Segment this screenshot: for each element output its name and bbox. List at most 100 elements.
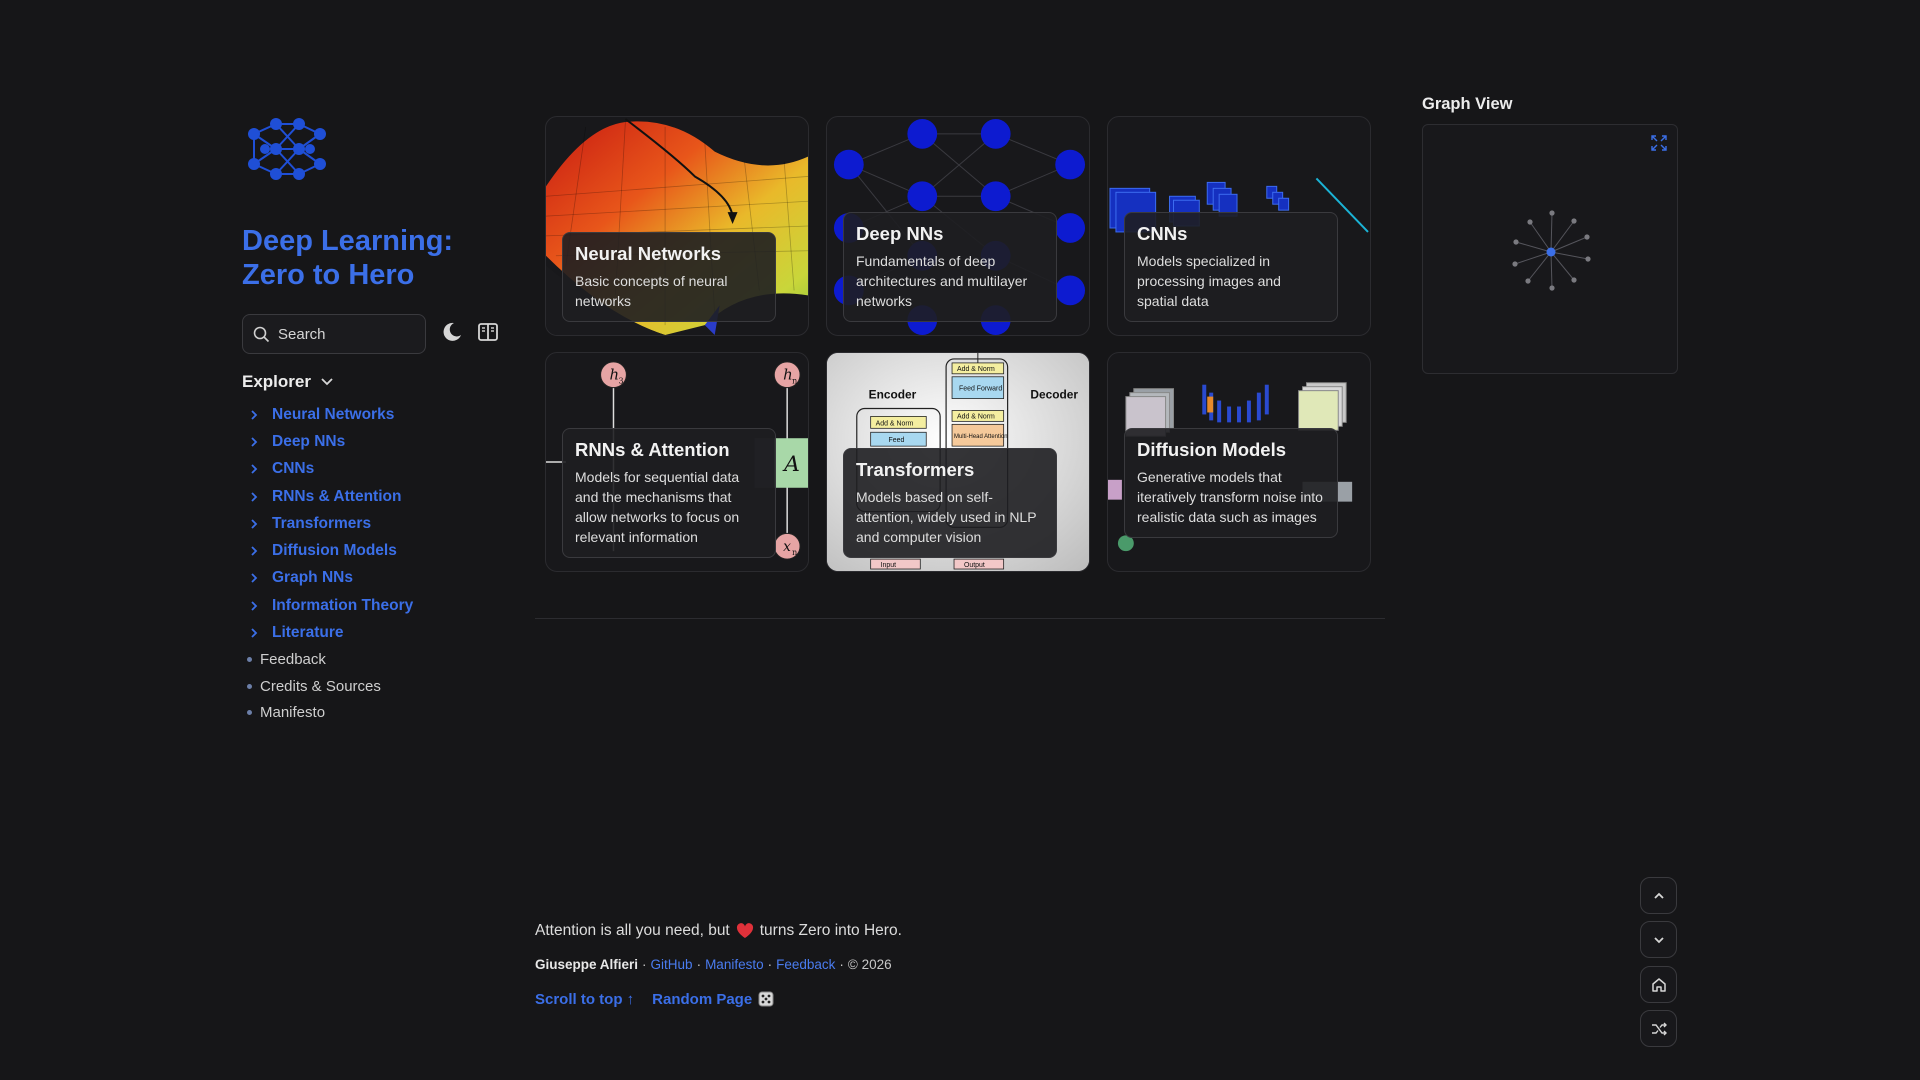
folder-label: RNNs & Attention bbox=[272, 487, 402, 505]
graph-view-title: Graph View bbox=[1422, 95, 1513, 113]
svg-text:3: 3 bbox=[618, 377, 623, 386]
explorer-folder-diffusion-models[interactable]: Diffusion Models bbox=[242, 537, 512, 564]
chevron-right-icon bbox=[242, 409, 272, 421]
chevron-right-icon bbox=[242, 545, 272, 557]
chevron-right-icon bbox=[242, 463, 272, 475]
search-placeholder: Search bbox=[278, 325, 326, 343]
chevron-right-icon bbox=[242, 600, 272, 612]
folder-label: Transformers bbox=[272, 514, 372, 532]
card-title: RNNs & Attention bbox=[575, 439, 730, 460]
graph-view-canvas[interactable] bbox=[1422, 124, 1678, 374]
explorer-folder-literature[interactable]: Literature bbox=[242, 619, 512, 646]
card-deep-nns[interactable]: Deep NNs Fundamentals of deep architectu… bbox=[826, 116, 1090, 336]
scroll-up-button[interactable] bbox=[1640, 877, 1677, 914]
card-neural-networks[interactable]: Neural Networks Basic concepts of neural… bbox=[545, 116, 809, 336]
graph-network[interactable] bbox=[1423, 125, 1679, 375]
search-bar[interactable]: Search bbox=[242, 314, 426, 354]
card-title: Transformers bbox=[856, 459, 975, 480]
reader-mode-toggle[interactable] bbox=[476, 320, 500, 344]
folder-label: Information Theory bbox=[272, 596, 414, 614]
svg-text:Input: Input bbox=[881, 562, 897, 569]
heart-icon bbox=[736, 923, 753, 938]
graph-expand-button[interactable] bbox=[1649, 133, 1669, 153]
moon-icon bbox=[443, 322, 461, 341]
explorer-page-manifesto[interactable]: Manifesto bbox=[242, 700, 512, 727]
card-rnns-attention[interactable]: h 3 h n A x n RNNs & Attention Models fo… bbox=[545, 352, 809, 572]
manifesto-link[interactable]: Manifesto bbox=[705, 957, 764, 972]
card-transformers[interactable]: Encoder Decoder Add & Norm Feed Add & No… bbox=[826, 352, 1090, 572]
chevron-down-icon bbox=[1653, 936, 1664, 943]
svg-text:Add & Norm: Add & Norm bbox=[876, 420, 914, 427]
card-description: Generative models that iteratively trans… bbox=[1137, 469, 1323, 525]
svg-text:Encoder: Encoder bbox=[869, 388, 917, 402]
explorer-toggle[interactable]: Explorer bbox=[242, 372, 335, 392]
card-cnns[interactable]: CNNs Models specialized in processing im… bbox=[1107, 116, 1371, 336]
card-title: Neural Networks bbox=[575, 243, 721, 264]
card-description: Models specialized in processing images … bbox=[1137, 253, 1281, 309]
explorer-folder-deep-nns[interactable]: Deep NNs bbox=[242, 428, 512, 455]
card-caption: CNNs Models specialized in processing im… bbox=[1124, 212, 1338, 322]
card-title: CNNs bbox=[1137, 223, 1188, 244]
folder-label: Deep NNs bbox=[272, 432, 346, 450]
scroll-down-button[interactable] bbox=[1640, 921, 1677, 958]
card-title: Diffusion Models bbox=[1137, 439, 1287, 460]
scroll-to-top-link[interactable]: Scroll to top ↑ bbox=[535, 990, 634, 1008]
random-page-label: Random Page bbox=[652, 990, 753, 1008]
svg-text:A: A bbox=[782, 452, 800, 477]
footer-quote: Attention is all you need, but turns Zer… bbox=[535, 922, 902, 940]
explorer-tree: Neural Networks Deep NNs CNNs RNNs & Att… bbox=[242, 401, 512, 726]
book-icon bbox=[478, 323, 498, 341]
card-caption: Deep NNs Fundamentals of deep architectu… bbox=[843, 212, 1057, 322]
svg-text:n: n bbox=[792, 377, 797, 386]
random-page-button[interactable] bbox=[1640, 1010, 1677, 1047]
home-button[interactable] bbox=[1640, 966, 1677, 1003]
chevron-right-icon bbox=[242, 518, 272, 530]
shuffle-icon bbox=[1651, 1022, 1667, 1035]
copyright: © 2026 bbox=[847, 957, 892, 972]
svg-text:Multi-Head Attention: Multi-Head Attention bbox=[954, 434, 1008, 440]
site-title[interactable]: Deep Learning: Zero to Hero bbox=[242, 224, 492, 292]
chevron-right-icon bbox=[242, 572, 272, 584]
page-label: Credits & Sources bbox=[260, 677, 381, 695]
home-icon bbox=[1651, 977, 1666, 992]
chevron-down-icon bbox=[321, 378, 333, 386]
random-page-link[interactable]: Random Page bbox=[652, 990, 775, 1008]
folder-label: CNNs bbox=[272, 460, 315, 478]
svg-text:Feed Forward: Feed Forward bbox=[959, 386, 1002, 393]
explorer-folder-neural-networks[interactable]: Neural Networks bbox=[242, 401, 512, 428]
card-description: Fundamentals of deep architectures and m… bbox=[856, 253, 1028, 309]
explorer-folder-information-theory[interactable]: Information Theory bbox=[242, 592, 512, 619]
card-caption: Diffusion Models Generative models that … bbox=[1124, 428, 1338, 538]
quote-end: turns Zero into Hero. bbox=[759, 922, 902, 939]
svg-text:x: x bbox=[783, 539, 791, 555]
card-description: Basic concepts of neural networks bbox=[575, 273, 728, 309]
explorer-page-feedback[interactable]: Feedback bbox=[242, 647, 512, 674]
footer-actions: Scroll to top ↑ Random Page bbox=[535, 990, 775, 1008]
expand-icon bbox=[1651, 135, 1667, 151]
folder-label: Diffusion Models bbox=[272, 542, 397, 560]
dark-mode-toggle[interactable] bbox=[440, 320, 464, 344]
page-label: Feedback bbox=[260, 651, 326, 669]
explorer-folder-transformers[interactable]: Transformers bbox=[242, 510, 512, 537]
explorer-page-credits-sources[interactable]: Credits & Sources bbox=[242, 673, 512, 700]
card-description: Models for sequential data and the mecha… bbox=[575, 469, 740, 545]
site-logo[interactable] bbox=[244, 114, 330, 184]
chevron-right-icon bbox=[242, 436, 272, 448]
neural-net-logo-icon bbox=[248, 118, 326, 180]
svg-text:Feed: Feed bbox=[889, 437, 905, 444]
explorer-folder-cnns[interactable]: CNNs bbox=[242, 456, 512, 483]
folder-label: Literature bbox=[272, 624, 344, 642]
footer-credits: Giuseppe Alfieri · GitHub · Manifesto · … bbox=[535, 957, 892, 972]
explorer-folder-rnns-attention[interactable]: RNNs & Attention bbox=[242, 483, 512, 510]
card-caption: Neural Networks Basic concepts of neural… bbox=[562, 232, 776, 322]
feedback-link[interactable]: Feedback bbox=[776, 957, 835, 972]
quote-start: Attention is all you need, but bbox=[535, 922, 730, 939]
card-diffusion-models[interactable]: Diffusion Models Generative models that … bbox=[1107, 352, 1371, 572]
github-link[interactable]: GitHub bbox=[651, 957, 693, 972]
svg-text:Add & Norm: Add & Norm bbox=[957, 366, 995, 373]
chevron-right-icon bbox=[242, 627, 272, 639]
bullet-icon bbox=[247, 657, 252, 663]
explorer-folder-graph-nns[interactable]: Graph NNs bbox=[242, 565, 512, 592]
svg-text:Output: Output bbox=[964, 562, 985, 569]
author-name: Giuseppe Alfieri bbox=[535, 957, 639, 972]
